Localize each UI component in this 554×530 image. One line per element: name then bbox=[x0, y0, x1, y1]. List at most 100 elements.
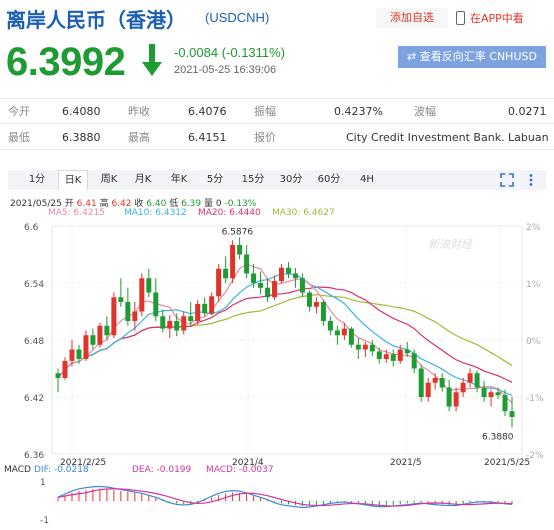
candle-body bbox=[195, 303, 201, 321]
amplitude-value: 0.4237% bbox=[334, 105, 383, 118]
candle-body bbox=[209, 296, 215, 314]
y-right-tick-label: 0% bbox=[526, 337, 541, 347]
plot-area bbox=[51, 225, 523, 455]
candle-body bbox=[397, 349, 403, 361]
candle-body bbox=[362, 344, 368, 350]
candle-body bbox=[418, 368, 424, 397]
macd-title: MACD bbox=[4, 465, 31, 475]
candle-body bbox=[411, 353, 417, 369]
amplitude-label: 振幅 bbox=[254, 105, 276, 118]
candle-body bbox=[230, 245, 236, 279]
tab-daily[interactable]: 日K bbox=[58, 170, 88, 190]
min-annotation: 6.3880 bbox=[482, 432, 514, 442]
candle-body bbox=[160, 316, 166, 329]
tab-weekly[interactable]: 周K bbox=[96, 170, 122, 190]
fullscreen-icon[interactable] bbox=[500, 173, 514, 187]
candle-body bbox=[181, 316, 187, 331]
candle-body bbox=[83, 335, 89, 359]
low-label: 最低 bbox=[8, 131, 30, 144]
candle-body bbox=[69, 349, 75, 361]
candle-body bbox=[313, 302, 319, 307]
candle-body bbox=[474, 373, 480, 388]
tab-15min[interactable]: 15分 bbox=[238, 170, 268, 190]
y-tick-label: 6.48 bbox=[24, 337, 44, 347]
watermark: 新浪财经 bbox=[428, 238, 473, 251]
candle-body bbox=[488, 392, 494, 397]
macd-chart[interactable]: MACD DIF: -0.0218 DEA: -0.0199 MACD: -0.003… bbox=[0, 462, 554, 530]
reverse-rate-button[interactable]: ⇄ 查看反向汇率 CNHUSD bbox=[398, 46, 546, 68]
high-label: 最高 bbox=[128, 131, 150, 144]
macd-value-label: MACD: -0.0037 bbox=[206, 465, 274, 475]
page-title: 离岸人民币（香港） bbox=[6, 8, 186, 32]
open-in-app-link[interactable]: 在APP中看 bbox=[456, 8, 524, 28]
current-price: 6.3992 bbox=[6, 40, 126, 84]
candle-body bbox=[320, 302, 326, 321]
reverse-rate-label: 查看反向汇率 CNHUSD bbox=[419, 50, 537, 63]
candle-body bbox=[244, 254, 250, 274]
candle-body bbox=[202, 303, 208, 314]
quote-time: 2021-05-25 16:39:06 bbox=[174, 64, 277, 76]
high-value: 6.4151 bbox=[188, 131, 227, 144]
candle-body bbox=[139, 278, 145, 312]
candle-body bbox=[327, 321, 333, 331]
y-right-tick-label: -1% bbox=[526, 394, 544, 404]
dea-label: DEA: -0.0199 bbox=[132, 465, 192, 475]
max-annotation: 6.5876 bbox=[222, 227, 254, 237]
candlestick-chart[interactable]: 6.66.546.486.426.362%1%0%-1%-2%2021/2/25… bbox=[0, 220, 554, 466]
tab-yearly[interactable]: 年K bbox=[166, 170, 192, 190]
tab-4h[interactable]: 4H bbox=[354, 170, 380, 190]
ma5-label: MA5: 6.4215 bbox=[48, 208, 106, 218]
tab-60min[interactable]: 60分 bbox=[314, 170, 344, 190]
stats-table: 今开 6.4080 昨收 6.4076 振幅 0.4237% 波幅 0.0271… bbox=[0, 98, 554, 150]
candle-body bbox=[467, 373, 473, 383]
candle-body bbox=[348, 328, 354, 345]
candle-body bbox=[509, 411, 515, 417]
candle-body bbox=[97, 325, 103, 345]
header: 离岸人民币（香港） (USDCNH) 添加自选 在APP中看 bbox=[0, 0, 554, 36]
ma20-label: MA20: 6.4440 bbox=[198, 208, 261, 218]
candle-body bbox=[439, 378, 445, 388]
candle-body bbox=[334, 330, 340, 336]
low-value: 6.3880 bbox=[62, 131, 101, 144]
y-tick-label: 6.54 bbox=[24, 280, 44, 290]
candle-body bbox=[125, 302, 131, 321]
candle-body bbox=[223, 268, 229, 279]
wave-value: 0.0271 bbox=[508, 105, 547, 118]
candle-body bbox=[132, 311, 138, 321]
candle-body bbox=[299, 278, 305, 293]
candle-body bbox=[341, 328, 347, 336]
candle-body bbox=[265, 287, 271, 298]
prev-close-label: 昨收 bbox=[128, 105, 150, 118]
candle-body bbox=[90, 335, 96, 345]
tab-5min[interactable]: 5分 bbox=[202, 170, 228, 190]
candle-body bbox=[258, 283, 264, 288]
candle-body bbox=[167, 321, 173, 329]
down-arrow-icon bbox=[142, 44, 162, 76]
candle-body bbox=[306, 292, 312, 307]
macd-tick-label: 1 bbox=[40, 478, 46, 488]
macd-tick-label: -1 bbox=[40, 516, 49, 526]
candle-body bbox=[383, 354, 389, 359]
tab-1min[interactable]: 1分 bbox=[24, 170, 50, 190]
add-favorite-button[interactable]: 添加自选 bbox=[376, 8, 448, 28]
candle-body bbox=[453, 392, 459, 407]
y-tick-label: 6.42 bbox=[24, 394, 44, 404]
candle-body bbox=[104, 325, 110, 336]
candle-body bbox=[355, 344, 361, 350]
phone-icon bbox=[456, 11, 465, 25]
candle-body bbox=[446, 387, 452, 407]
stats-row: 最低 6.3880 最高 6.4151 报价 City Credit Inves… bbox=[0, 125, 554, 150]
candle-body bbox=[279, 267, 285, 282]
candle-body bbox=[481, 387, 487, 397]
tab-30min[interactable]: 30分 bbox=[276, 170, 306, 190]
open-in-app-label: 在APP中看 bbox=[470, 12, 524, 25]
ma30-label: MA30: 6.4627 bbox=[272, 208, 335, 218]
tab-monthly[interactable]: 月K bbox=[130, 170, 156, 190]
open-value: 6.4080 bbox=[62, 105, 101, 118]
candle-body bbox=[272, 281, 278, 298]
ma10-line bbox=[57, 273, 513, 397]
y-tick-label: 6.6 bbox=[24, 223, 39, 233]
candle-body bbox=[460, 382, 466, 393]
more-icon[interactable] bbox=[524, 173, 538, 187]
candle-body bbox=[76, 349, 82, 359]
